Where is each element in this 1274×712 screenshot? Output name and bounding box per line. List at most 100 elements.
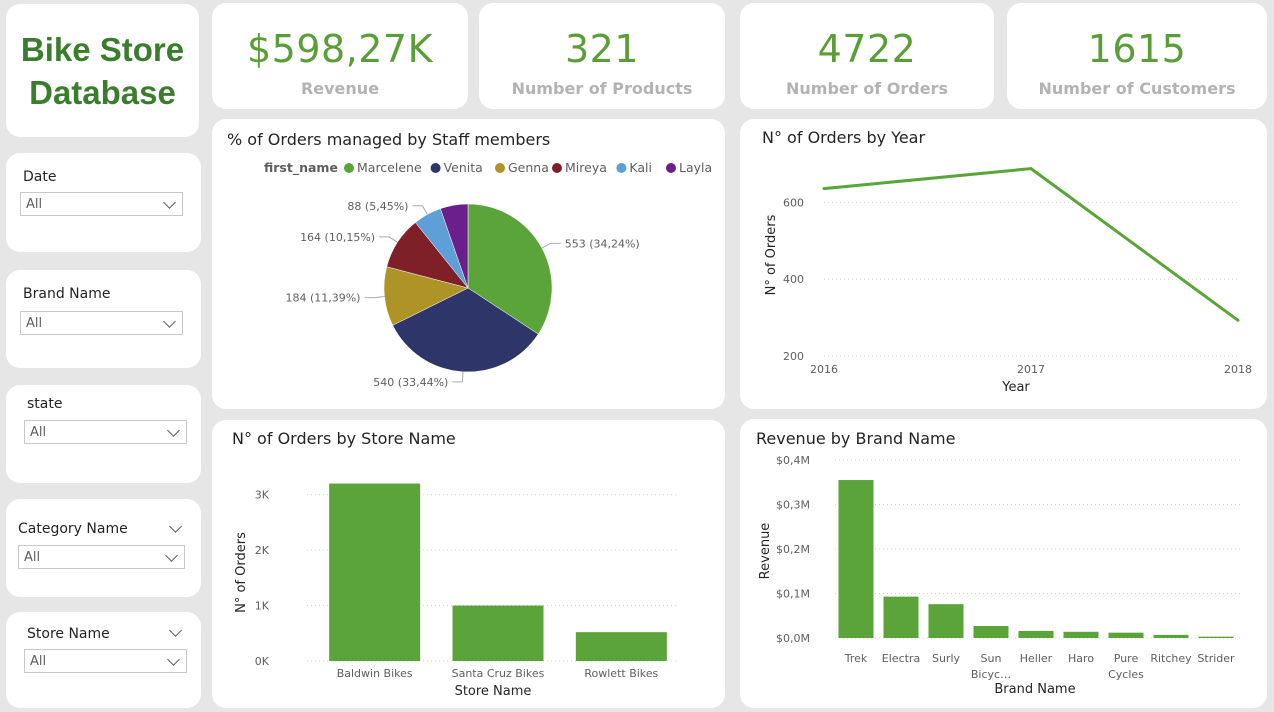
revenue-by-brand-card: Revenue by Brand Name $0,0M $0,1M $0,2M $0,… <box>740 419 1267 708</box>
x-tick-label: Sun <box>981 652 1002 665</box>
chevron-down-icon[interactable] <box>169 520 182 533</box>
pie-leader-line <box>541 242 561 249</box>
line-series <box>823 167 1239 322</box>
kpi-orders-card[interactable]: 4722 Number of Orders <box>740 3 994 109</box>
state-slicer-label: state <box>27 396 63 412</box>
pie-data-label: 88 (5,45%) <box>347 200 408 213</box>
app-title: Bike Store Database <box>21 28 184 114</box>
pie-leader-line <box>412 205 428 215</box>
category-slicer-label: Category Name <box>18 521 128 537</box>
pie-leader-line <box>452 371 464 383</box>
app-title-line1: Bike Store <box>20 30 185 68</box>
bar-surly <box>928 604 964 638</box>
y-tick-label: 2K <box>255 544 270 557</box>
kpi-customers-card[interactable]: 1615 Number of Customers <box>1007 3 1267 109</box>
x-tick-label: 2016 <box>810 363 838 376</box>
store-slicer-label: Store Name <box>27 626 110 642</box>
pie-data-label: 184 (11,39%) <box>285 292 360 305</box>
y-tick-label: $0,1M <box>776 588 810 601</box>
y-tick-label: $0,3M <box>776 499 810 512</box>
category-dropdown[interactable]: All <box>18 545 185 569</box>
title-card: Bike Store Database <box>6 4 199 137</box>
y-axis-title: N° of Orders <box>764 214 779 295</box>
chevron-down-icon <box>163 196 176 209</box>
orders-by-year-card: N° of Orders by Year 200 400 600 2016 2017 20… <box>740 119 1267 409</box>
chevron-down-icon <box>165 549 178 562</box>
pie-data-label: 540 (33,44%) <box>373 376 448 389</box>
store-bar-chart: 0K 1K 2K 3K Baldwin Bikes Santa Cruz Bikes Row… <box>234 483 677 699</box>
y-tick-label: $0,0M <box>776 632 810 645</box>
kpi-products-card[interactable]: 321 Number of Products <box>479 3 725 109</box>
pie-leader-line <box>379 236 398 243</box>
x-tick-label: Cycles <box>1108 668 1144 681</box>
x-tick-label: Surly <box>932 652 961 665</box>
bar-electra <box>883 596 919 638</box>
pie-data-label: 553 (34,24%) <box>565 237 640 250</box>
x-tick-label: 2018 <box>1224 363 1252 376</box>
bar-rowlett-bikes <box>575 632 667 661</box>
brand-dropdown[interactable]: All <box>20 311 183 335</box>
store-dropdown-value: All <box>30 654 47 669</box>
x-tick-label: Heller <box>1020 652 1053 665</box>
state-dropdown[interactable]: All <box>24 420 187 444</box>
kpi-products-value: 321 <box>564 27 640 71</box>
staff-orders-pie-card: % of Orders managed by Staff members fir… <box>212 119 725 409</box>
legend-marker-marcelene <box>344 163 354 173</box>
kpi-orders-label: Number of Orders <box>786 79 948 98</box>
bar-strider <box>1198 636 1234 638</box>
legend-marker-venita <box>430 163 441 173</box>
y-axis-title: N° of Orders <box>234 532 249 613</box>
legend-item-venita: Venita <box>444 160 483 175</box>
kpi-orders-value: 4722 <box>817 27 917 71</box>
date-dropdown-value: All <box>26 197 43 212</box>
legend-item-marcelene: Marcelene <box>357 160 422 175</box>
legend-item-genna: Genna <box>508 160 549 175</box>
pie-leader-line <box>364 296 385 299</box>
y-tick-label: 400 <box>783 273 804 286</box>
line-chart: 200 400 600 2016 2017 2018 Year N° of Orders <box>764 167 1252 395</box>
y-tick-label: 1K <box>255 600 270 613</box>
y-tick-label: 600 <box>783 196 804 209</box>
legend-item-mireya: Mireya <box>565 160 607 175</box>
x-tick-label: Ritchey <box>1150 652 1192 665</box>
legend-marker-kali <box>616 163 627 173</box>
line-point <box>1029 167 1033 171</box>
kpi-revenue-card[interactable]: $598,27K Revenue <box>212 3 468 109</box>
bar-santa-cruz-bikes <box>452 605 544 661</box>
chevron-down-icon[interactable] <box>169 624 182 637</box>
legend-title: first_name <box>264 160 338 176</box>
bar-haro <box>1063 631 1099 638</box>
line-point <box>1236 318 1240 322</box>
bar-sun-bicyc- <box>973 625 1009 638</box>
x-axis-title: Year <box>1001 380 1030 395</box>
x-tick-label: Bicyc… <box>971 668 1011 681</box>
brand-dropdown-value: All <box>26 316 43 331</box>
brand-bar-chart: $0,0M $0,1M $0,2M $0,3M $0,4M Trek Electra Surl… <box>758 454 1240 697</box>
category-dropdown-value: All <box>24 550 41 565</box>
chevron-down-icon <box>167 424 180 437</box>
kpi-revenue-label: Revenue <box>300 79 380 98</box>
store-dropdown[interactable]: All <box>24 649 187 673</box>
brand-slicer: Brand Name All <box>6 270 201 368</box>
pie-chart: first_name Marcelene Venita Genna Mireya Kali… <box>264 160 712 389</box>
x-tick-label: Electra <box>882 652 920 665</box>
date-dropdown[interactable]: All <box>20 192 183 216</box>
kpi-revenue-value: $598,27K <box>246 27 434 71</box>
legend-marker-layla <box>666 163 676 173</box>
x-tick-label: 2017 <box>1017 363 1045 376</box>
orders-by-store-card: N° of Orders by Store Name 0K 1K 2K 3K Baldw… <box>212 420 725 708</box>
legend-marker-mireya <box>552 163 562 173</box>
legend-marker-genna <box>495 163 505 173</box>
bar-trek <box>838 480 874 638</box>
line-point <box>822 187 826 191</box>
date-slicer-label: Date <box>23 169 57 185</box>
y-tick-label: 200 <box>783 350 804 363</box>
chevron-down-icon <box>167 653 180 666</box>
app-title-line2: Database <box>29 73 176 111</box>
y-tick-label: 0K <box>255 655 270 668</box>
bar-ritchey <box>1153 634 1189 638</box>
kpi-products-label: Number of Products <box>511 79 693 98</box>
chevron-down-icon <box>163 315 176 328</box>
x-tick-label: Strider <box>1197 652 1235 665</box>
x-tick-label: Santa Cruz Bikes <box>452 667 545 680</box>
